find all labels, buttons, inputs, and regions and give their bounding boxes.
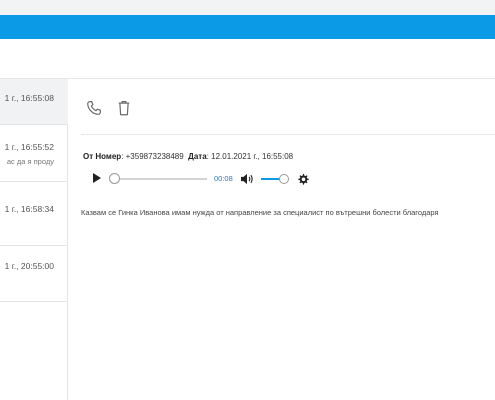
toolbar-area	[0, 39, 495, 79]
seek-handle[interactable]	[109, 173, 120, 184]
message-meta: От Номер: +359873238489 Дата: 12.01.2021…	[83, 152, 293, 161]
browser-top-strip	[0, 0, 495, 15]
message-list: 1 г., 16:55:08 1 г., 16:55:52 ас да я пр…	[0, 79, 68, 400]
list-item-date: 1 г., 20:55:00	[4, 261, 54, 271]
play-icon[interactable]	[93, 173, 101, 183]
list-item-date: 1 г., 16:55:08	[4, 93, 54, 103]
list-item[interactable]: 1 г., 16:55:52 ас да я проду	[0, 125, 68, 182]
list-item[interactable]: 1 г., 16:58:34	[0, 182, 68, 246]
trash-icon[interactable]	[115, 98, 133, 118]
list-item-preview: ас да я проду	[6, 157, 54, 166]
date-label: Дата	[188, 152, 207, 161]
from-number: : +359873238489	[121, 152, 184, 161]
list-item-date: 1 г., 16:55:52	[4, 142, 54, 152]
volume-handle[interactable]	[279, 174, 289, 184]
seek-bar[interactable]	[113, 178, 207, 180]
playback-time: 00:08	[214, 174, 233, 183]
list-item-date: 1 г., 16:58:34	[4, 204, 54, 214]
audio-player: 00:08	[93, 170, 333, 188]
divider	[81, 134, 495, 135]
volume-icon[interactable]	[240, 173, 254, 185]
from-label: От Номер	[83, 152, 122, 161]
app-header-bar	[0, 15, 495, 39]
message-date: : 12.01.2021 г., 16:55:08	[206, 152, 294, 161]
list-item[interactable]: 1 г., 16:55:08	[0, 79, 68, 125]
phone-icon[interactable]	[85, 98, 103, 118]
message-detail: От Номер: +359873238489 Дата: 12.01.2021…	[69, 79, 495, 400]
message-actions	[85, 97, 133, 119]
message-text: Казвам се Гинка Иванова имам нужда от на…	[81, 208, 439, 217]
gear-icon[interactable]	[297, 173, 309, 185]
list-item[interactable]: 1 г., 20:55:00	[0, 246, 68, 302]
